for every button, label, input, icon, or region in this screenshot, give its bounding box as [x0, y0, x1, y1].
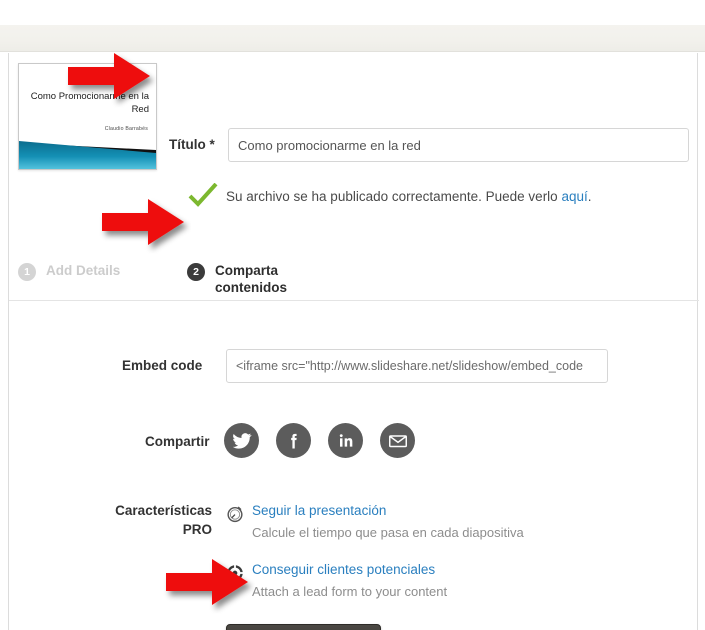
facebook-icon	[290, 433, 297, 448]
embed-code-label: Embed code	[122, 358, 203, 373]
title-input[interactable]	[228, 128, 689, 162]
step-2-number: 2	[187, 263, 205, 281]
slide-thumbnail-title: Como Promocionarme en la Red	[30, 91, 149, 115]
embed-code-input[interactable]	[226, 349, 608, 383]
slide-thumbnail-wave-graphic	[19, 141, 156, 169]
app-root: Como Promocionarme en la Red Claudio Bar…	[0, 0, 705, 630]
browser-top-strip	[0, 0, 705, 25]
pro-feature-1-link[interactable]: Seguir la presentación	[252, 503, 386, 518]
step-1-number: 1	[18, 263, 36, 281]
title-field-label: Título *	[169, 137, 215, 152]
target-icon	[226, 564, 244, 582]
linkedin-icon	[339, 433, 352, 447]
slide-thumbnail-canvas: Como Promocionarme en la Red Claudio Bar…	[19, 64, 156, 169]
pro-feature-2-description: Attach a lead form to your content	[252, 584, 448, 599]
page-content: Como Promocionarme en la Red Claudio Bar…	[8, 53, 699, 630]
email-icon	[388, 434, 407, 447]
publish-status-period: .	[587, 189, 592, 204]
step-2-label: Comparta contenidos	[215, 263, 288, 295]
share-email-button[interactable]	[380, 423, 415, 458]
step-indicator-2[interactable]: 2 Comparta contenidos	[187, 262, 325, 296]
pro-label-line1: Características	[115, 503, 212, 518]
step-indicator-1[interactable]: 1 Add Details	[18, 262, 120, 281]
pro-feature-2-link[interactable]: Conseguir clientes potenciales	[252, 562, 435, 577]
publish-status-text: Su archivo se ha publicado correctamente…	[226, 189, 562, 204]
view-presentation-button[interactable]: View Presentation	[226, 624, 381, 630]
section-divider	[9, 300, 699, 301]
share-linkedin-button[interactable]	[328, 423, 363, 458]
pro-label-line2: PRO	[182, 522, 212, 537]
pro-features-label: Características PRO	[87, 501, 212, 539]
share-label: Compartir	[145, 434, 210, 449]
twitter-icon	[232, 432, 252, 449]
share-twitter-button[interactable]	[224, 423, 259, 458]
stopwatch-icon	[227, 506, 243, 523]
browser-toolbar-bar	[0, 25, 705, 52]
slide-thumbnail-author: Claudio Barrabés	[104, 126, 148, 132]
share-buttons-row	[224, 423, 415, 458]
step-1-label: Add Details	[46, 263, 121, 278]
pro-feature-1-description: Calcule el tiempo que pasa en cada diapo…	[252, 525, 524, 540]
publish-status-message: Su archivo se ha publicado correctamente…	[226, 189, 592, 204]
share-facebook-button[interactable]	[276, 423, 311, 458]
view-file-link[interactable]: aquí	[561, 189, 587, 204]
green-check-icon	[188, 183, 218, 207]
slide-thumbnail[interactable]: Como Promocionarme en la Red Claudio Bar…	[18, 63, 157, 170]
